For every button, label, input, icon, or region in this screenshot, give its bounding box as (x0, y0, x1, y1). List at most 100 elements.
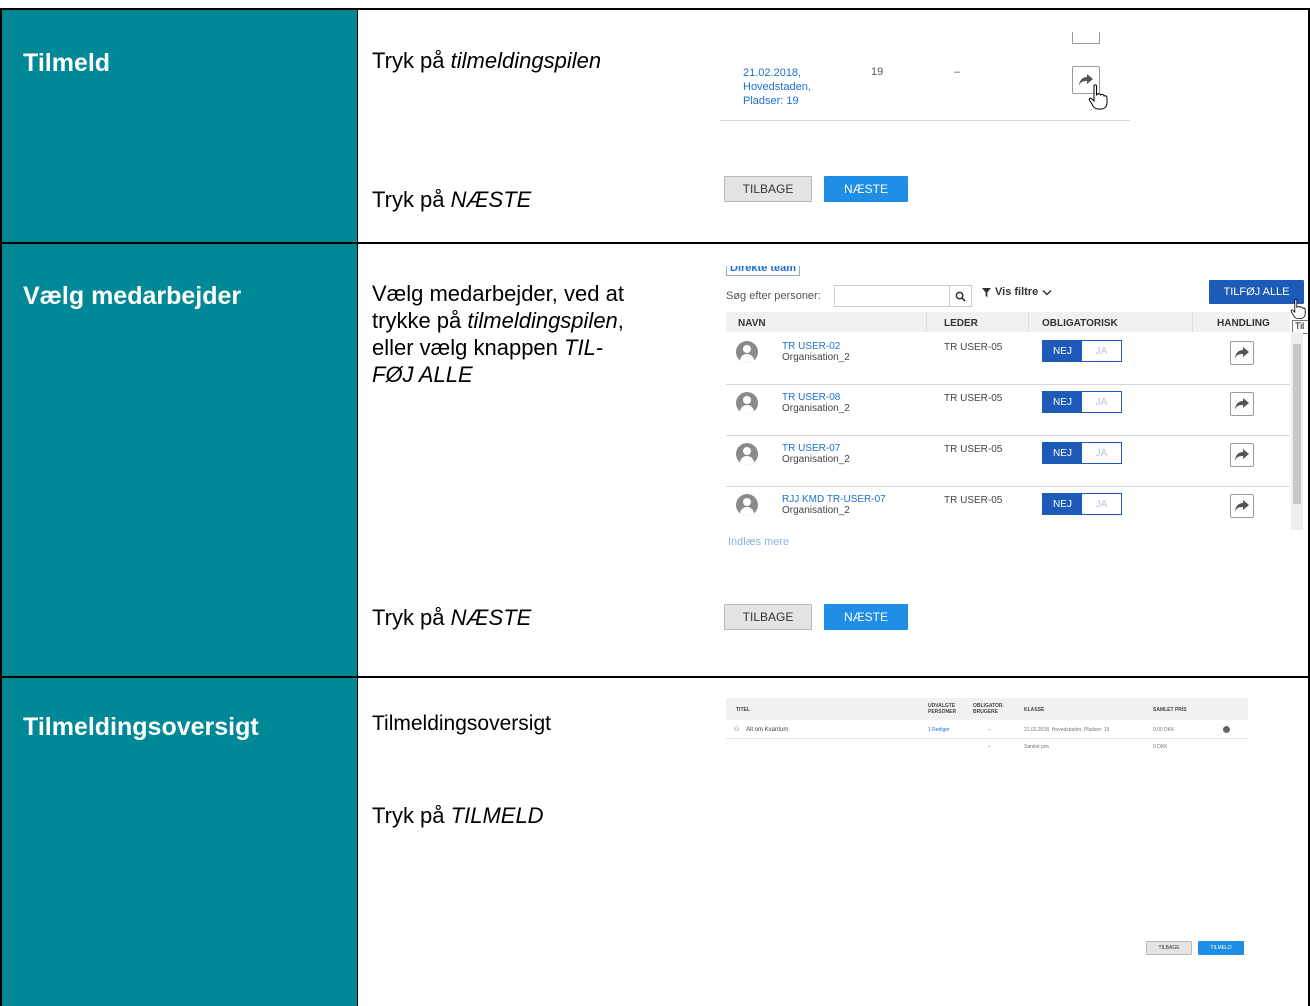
enroll-arrow-button[interactable] (1230, 341, 1254, 365)
share-arrow-icon (1235, 398, 1249, 410)
instruction-text: Tryk på NÆSTE (372, 187, 532, 212)
person-org: Organisation_2 (782, 352, 850, 363)
back-button[interactable]: TILBAGE (1146, 941, 1192, 955)
scrollbar-thumb[interactable] (1293, 344, 1301, 504)
share-button-partial[interactable] (1072, 32, 1100, 44)
mandatory-toggle[interactable]: NEJ JA (1042, 442, 1122, 464)
col-leader: LEDER (944, 318, 978, 329)
screenshot-summary: TITEL UDVALGTE PERSONER OBLIGATOR. BRUGERE… (726, 698, 1250, 988)
toggle-yes[interactable]: JA (1082, 341, 1121, 361)
table-header (726, 312, 1290, 332)
person-leader: TR USER-05 (944, 495, 1003, 506)
instruction-text: Tryk på TILMELD (372, 803, 544, 828)
person-org: Organisation_2 (782, 403, 850, 414)
instruction-text: Vælg medarbejder, ved at trykke på tilme… (372, 281, 624, 387)
mandatory-value: – (988, 727, 991, 733)
remove-icon[interactable] (1223, 726, 1230, 733)
col-divider (926, 312, 927, 332)
instruction-table: Tilmeld Tryk på tilmeldingspilen Tryk på… (0, 0, 1310, 1006)
step-title-cell: Tilmeld (0, 10, 358, 242)
col-name: NAVN (738, 318, 766, 329)
col-divider (1192, 312, 1193, 332)
next-button[interactable]: NÆSTE (824, 176, 908, 202)
toggle-no[interactable]: NEJ (1043, 392, 1082, 412)
instruction-text: Tilmeldingsoversigt (372, 712, 551, 735)
hand-cursor-icon (1088, 84, 1108, 110)
col-divider (1028, 312, 1029, 332)
hand-cursor-icon (1290, 298, 1306, 319)
person-org: Organisation_2 (782, 454, 850, 465)
scrollbar[interactable] (1291, 332, 1303, 530)
step-title: Vælg medarbejder (23, 282, 242, 310)
next-button[interactable]: NÆSTE (824, 604, 908, 630)
col-mandatory: OBLIGATOR. BRUGERE (973, 703, 1004, 715)
total-value: 0 DKK (1153, 744, 1168, 750)
instruction-text: Tryk på tilmeldingspilen (372, 48, 602, 73)
row-vaelg-medarbejder: Vælg medarbejder Vælg medarbejder, ved a… (0, 242, 1310, 676)
chevron-down-icon (1042, 289, 1052, 295)
toggle-yes[interactable]: JA (1082, 392, 1121, 412)
col-title: TITEL (736, 707, 750, 713)
mandatory-toggle[interactable]: NEJ JA (1042, 391, 1122, 413)
table-row: RJJ KMD TR-USER-07 Organisation_2 TR USE… (720, 487, 1290, 537)
total-label: Samlet pris (1024, 744, 1050, 750)
person-leader: TR USER-05 (944, 342, 1003, 353)
divider (726, 738, 1248, 739)
divider (720, 120, 1130, 121)
col-action: HANDLING (1217, 318, 1270, 329)
seat-count: 19 (871, 66, 884, 78)
avatar (736, 392, 758, 414)
enroll-arrow-button[interactable] (1230, 494, 1254, 518)
mandatory-toggle[interactable]: NEJ JA (1042, 493, 1122, 515)
total-dash: – (988, 744, 991, 750)
toggle-no[interactable]: NEJ (1043, 341, 1082, 361)
avatar (736, 341, 758, 363)
enroll-arrow-button[interactable] (1230, 392, 1254, 416)
toggle-no[interactable]: NEJ (1043, 494, 1082, 514)
search-label: Søg efter personer: (726, 290, 821, 302)
class-entry-link[interactable]: 21.02.2018, Hovedstaden, Pladser: 19 (743, 66, 811, 108)
avatar (736, 443, 758, 465)
step-title-cell: Vælg medarbejder (0, 244, 358, 676)
person-name[interactable]: TR USER-02 (782, 341, 840, 352)
screenshot-select-employee: Direkte team Søg efter personer: Vis fil… (720, 244, 1308, 674)
person-name[interactable]: TR USER-07 (782, 443, 840, 454)
dash-value: – (954, 66, 961, 78)
step-title: Tilmeldingsoversigt (23, 713, 259, 741)
col-total-price: SAMLET PRIS (1153, 707, 1187, 713)
search-button[interactable] (950, 285, 972, 307)
toggle-no[interactable]: NEJ (1043, 443, 1082, 463)
avatar (736, 494, 758, 516)
course-title: Alt om Kvantum (746, 727, 789, 733)
person-leader: TR USER-05 (944, 444, 1003, 455)
person-leader: TR USER-05 (944, 393, 1003, 404)
filter-icon (982, 287, 991, 297)
load-more-link[interactable]: Indlæs mere (728, 536, 789, 548)
row-tilmeldingsoversigt: Tilmeldingsoversigt Tilmeldingsoversigt … (0, 676, 1310, 1006)
mandatory-toggle[interactable]: NEJ JA (1042, 340, 1122, 362)
person-name[interactable]: RJJ KMD TR-USER-07 (782, 494, 886, 505)
submit-button[interactable]: TILMELD (1198, 941, 1244, 955)
search-input[interactable] (834, 285, 950, 307)
team-tab[interactable]: Direkte team (726, 266, 801, 276)
step-title-cell: Tilmeldingsoversigt (0, 678, 358, 1006)
person-name[interactable]: TR USER-08 (782, 392, 840, 403)
col-mandatory: OBLIGATORISK (1042, 318, 1118, 329)
search-icon (955, 291, 966, 302)
edit-link[interactable]: 1 Rediger (928, 727, 950, 733)
step-title: Tilmeld (23, 49, 111, 77)
screenshot-tilmeld: 21.02.2018, Hovedstaden, Pladser: 19 19 … (720, 10, 1140, 240)
table-row: TR USER-07 Organisation_2 TR USER-05 NEJ… (720, 436, 1290, 487)
col-selected: UDVALGTE PERSONER (928, 703, 957, 715)
share-arrow-icon (1235, 449, 1249, 461)
back-button[interactable]: TILBAGE (724, 604, 812, 630)
filter-toggle[interactable]: Vis filtre (982, 286, 1052, 298)
instruction-text: Tryk på NÆSTE (372, 605, 532, 630)
toggle-yes[interactable]: JA (1082, 443, 1121, 463)
person-org: Organisation_2 (782, 505, 850, 516)
toggle-yes[interactable]: JA (1082, 494, 1121, 514)
back-button[interactable]: TILBAGE (724, 176, 812, 202)
enroll-arrow-button[interactable] (1230, 443, 1254, 467)
table-row: TR USER-02 Organisation_2 TR USER-05 NEJ… (720, 334, 1290, 385)
price-value: 0,00 DKK (1153, 727, 1175, 733)
